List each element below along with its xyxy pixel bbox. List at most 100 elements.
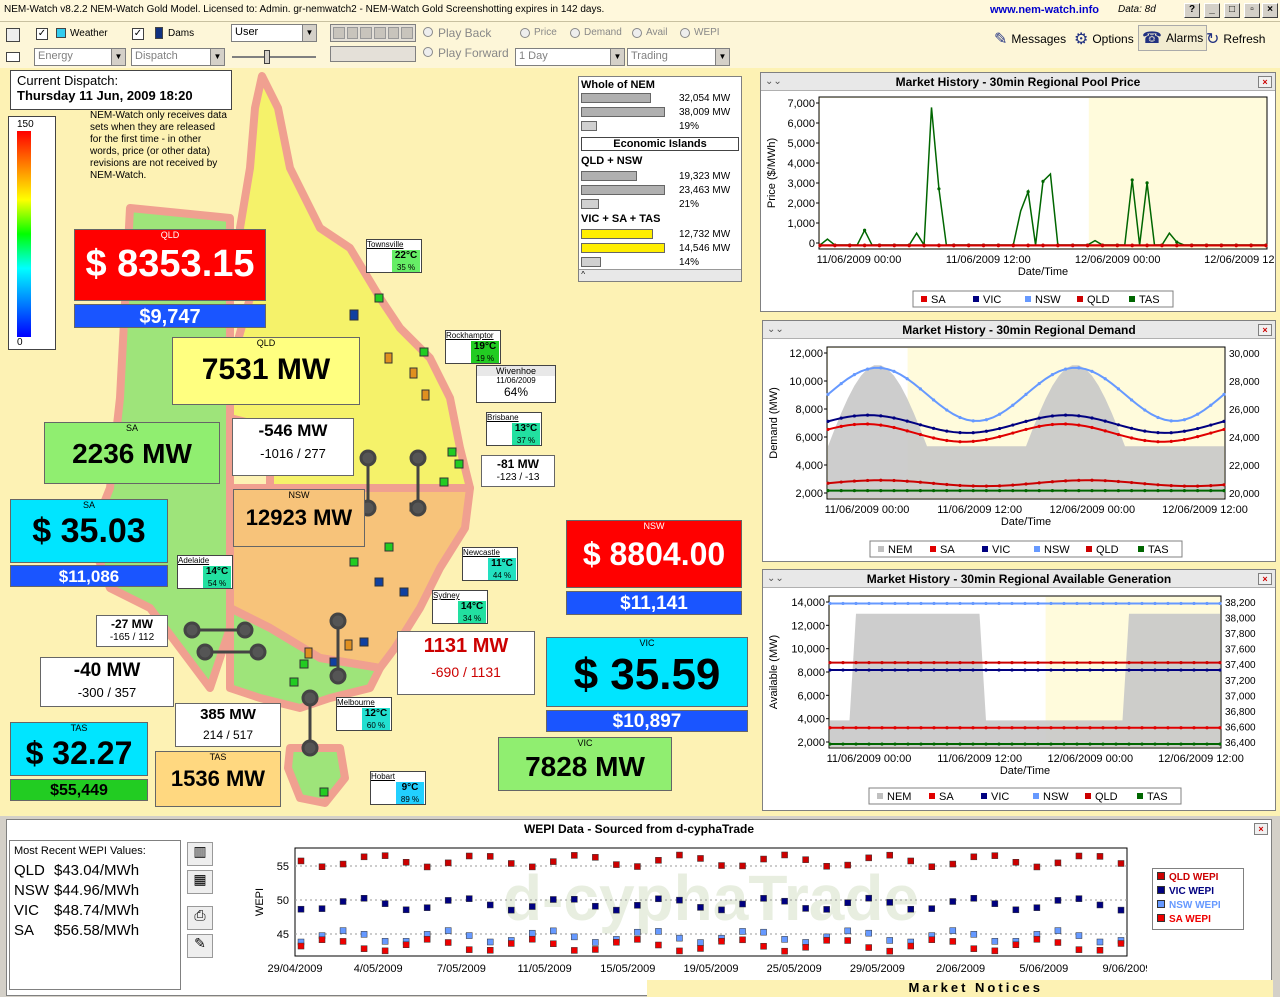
legend-label-vic: VIC — [983, 294, 1001, 306]
vic-nsw-interconnector[interactable]: 1131 MW -690 / 1131 — [397, 631, 535, 695]
weather-hobart[interactable]: Hobart 9°C 89 % — [370, 771, 426, 805]
legend-box — [869, 540, 1183, 558]
vic-demand-box[interactable]: VIC 7828 MW — [498, 737, 672, 791]
playback-slider[interactable] — [330, 46, 416, 62]
print-icon[interactable]: ⎙ — [187, 906, 213, 930]
weather-rockhampton[interactable]: Rockhamptor 19°C 19 % — [445, 330, 501, 364]
nsw-point — [1101, 601, 1105, 606]
email-icon[interactable] — [6, 52, 20, 62]
avail-panel-close-button[interactable]: × — [1258, 573, 1272, 585]
weather-melbourne[interactable]: Melbourne 12°C 60 % — [336, 697, 392, 731]
sa-demand-box[interactable]: SA 2236 MW — [44, 422, 220, 484]
options-button[interactable]: ⚙ Options — [1074, 26, 1134, 52]
wepi-point — [318, 936, 326, 943]
zoom-slider[interactable] — [232, 50, 316, 64]
qld-point — [1156, 483, 1160, 487]
nsw-demand-box[interactable]: NSW 12923 MW — [233, 489, 365, 547]
qld-point — [1192, 661, 1196, 665]
sa-price-box[interactable]: SA $ 35.03 — [10, 499, 168, 563]
vic-price-box[interactable]: VIC $ 35.59 — [546, 637, 748, 707]
wepi-point — [550, 858, 557, 865]
wepi-x-tick: 29/05/2009 — [850, 963, 905, 975]
legend-swatch-vic — [981, 793, 987, 799]
sa-point — [1153, 726, 1157, 730]
tas-point — [932, 742, 936, 746]
tas-vic-interconnector[interactable]: 385 MW 214 / 517 — [175, 703, 281, 747]
save-icon[interactable] — [6, 28, 20, 42]
help-button[interactable]: ? — [1184, 3, 1200, 18]
qld-point — [1175, 243, 1179, 247]
price-radio[interactable] — [520, 28, 530, 38]
nsw-point — [1140, 601, 1144, 606]
wepi-point — [1096, 901, 1104, 909]
vic-point — [1075, 668, 1079, 672]
qld-demand-box[interactable]: QLD 7531 MW — [172, 337, 360, 405]
dispatch-select[interactable]: Dispatch ▼ — [131, 48, 225, 66]
qn-reserve: 21% — [679, 199, 700, 210]
panel-menu-icon[interactable]: ⌄⌄ — [765, 76, 782, 87]
vst-title: VIC + SA + TAS — [581, 213, 661, 225]
qld-nsw-interconnector-a[interactable]: -546 MW -1016 / 277 — [232, 418, 354, 476]
restore-button[interactable]: ▫ — [1244, 3, 1260, 18]
demand-panel-close-button[interactable]: × — [1258, 324, 1272, 336]
tas-point — [880, 742, 884, 746]
legend-swatch-tas — [1129, 296, 1135, 302]
market-notices-bar[interactable]: Market Notices — [647, 980, 1273, 997]
tas-region[interactable] — [284, 744, 349, 807]
avail-radio[interactable] — [632, 28, 642, 38]
table-view-icon[interactable]: ▦ — [187, 870, 213, 894]
wepi-panel: WEPI Data - Sourced from d-cyphaTrade × … — [6, 819, 1273, 997]
refresh-button[interactable]: ↻ Refresh — [1206, 26, 1265, 52]
energy-select[interactable]: Energy ▼ — [34, 48, 126, 66]
alarms-button[interactable]: ☎ Alarms — [1138, 25, 1208, 51]
panel-menu-icon[interactable]: ⌄⌄ — [767, 324, 784, 335]
minimize-button[interactable]: _ — [1204, 3, 1220, 18]
sa-point — [1050, 422, 1054, 427]
tas-demand-box[interactable]: TAS 1536 MW — [155, 751, 281, 807]
tas-price-box[interactable]: TAS $ 32.27 — [10, 722, 148, 776]
price-panel-close-button[interactable]: × — [1258, 76, 1272, 88]
demand-radio[interactable] — [570, 28, 580, 38]
panel-menu-icon[interactable]: ⌄⌄ — [767, 573, 784, 584]
summary-scrollbar[interactable]: ^ — [579, 269, 741, 281]
weather-brisbane[interactable]: Brisbane 13°C 37 % — [486, 412, 542, 446]
nsw-point — [1209, 403, 1213, 407]
trading-select[interactable]: Trading ▼ — [627, 48, 730, 66]
wepi-point — [802, 856, 809, 863]
wepi-radio[interactable] — [680, 28, 690, 38]
play-back-radio[interactable] — [423, 27, 433, 37]
tas-point — [1222, 489, 1226, 493]
playback-controls[interactable] — [330, 24, 416, 42]
play-forward-radio[interactable] — [423, 47, 433, 57]
user-select[interactable]: User ▼ — [231, 24, 317, 42]
y-tick-label: 4,000 — [797, 714, 825, 726]
maximize-button[interactable]: □ — [1224, 3, 1240, 18]
weather-adelaide[interactable]: Adelaide 14°C 54 % — [177, 555, 233, 589]
y-tick-label: 3,000 — [787, 178, 815, 190]
y2-tick-label: 37,400 — [1225, 660, 1256, 671]
weather-checkbox[interactable]: ✓ — [36, 28, 48, 40]
qld-nsw-interconnector-b[interactable]: -81 MW -123 / -13 — [481, 455, 555, 487]
dams-checkbox[interactable]: ✓ — [132, 28, 144, 40]
sa-vic-interconnector-a[interactable]: -27 MW -165 / 112 — [96, 615, 168, 647]
wepi-point — [781, 851, 788, 859]
export-icon[interactable]: ✎ — [187, 934, 213, 958]
qld-price-box[interactable]: QLD $ 8353.15 — [74, 229, 266, 301]
qld-point — [1071, 243, 1075, 247]
qn-title: QLD + NSW — [581, 155, 643, 167]
close-button[interactable]: × — [1262, 3, 1278, 18]
dam-wivenhoe[interactable]: Wivenhoe 11/06/2009 64% — [476, 365, 556, 403]
nsw-price-box[interactable]: NSW $ 8804.00 — [566, 520, 742, 588]
weather-newcastle[interactable]: Newcastle 11°C 44 % — [462, 547, 518, 581]
messages-button[interactable]: ✎ Messages — [994, 26, 1066, 52]
range-select[interactable]: 1 Day ▼ — [515, 48, 625, 66]
wepi-close-button[interactable]: × — [1254, 823, 1268, 835]
weather-townsville[interactable]: Townsville 22°C 35 % — [366, 239, 422, 273]
wepi-point — [739, 928, 746, 935]
weather-sydney[interactable]: Sydney 14°C 34 % — [432, 590, 488, 624]
qld-point — [907, 243, 911, 247]
website-link[interactable]: www.nem-watch.info — [990, 4, 1099, 16]
y2-tick-label: 36,400 — [1225, 738, 1256, 749]
sa-vic-interconnector-b[interactable]: -40 MW -300 / 357 — [40, 657, 174, 707]
chart-view-icon[interactable]: ▥ — [187, 842, 213, 866]
